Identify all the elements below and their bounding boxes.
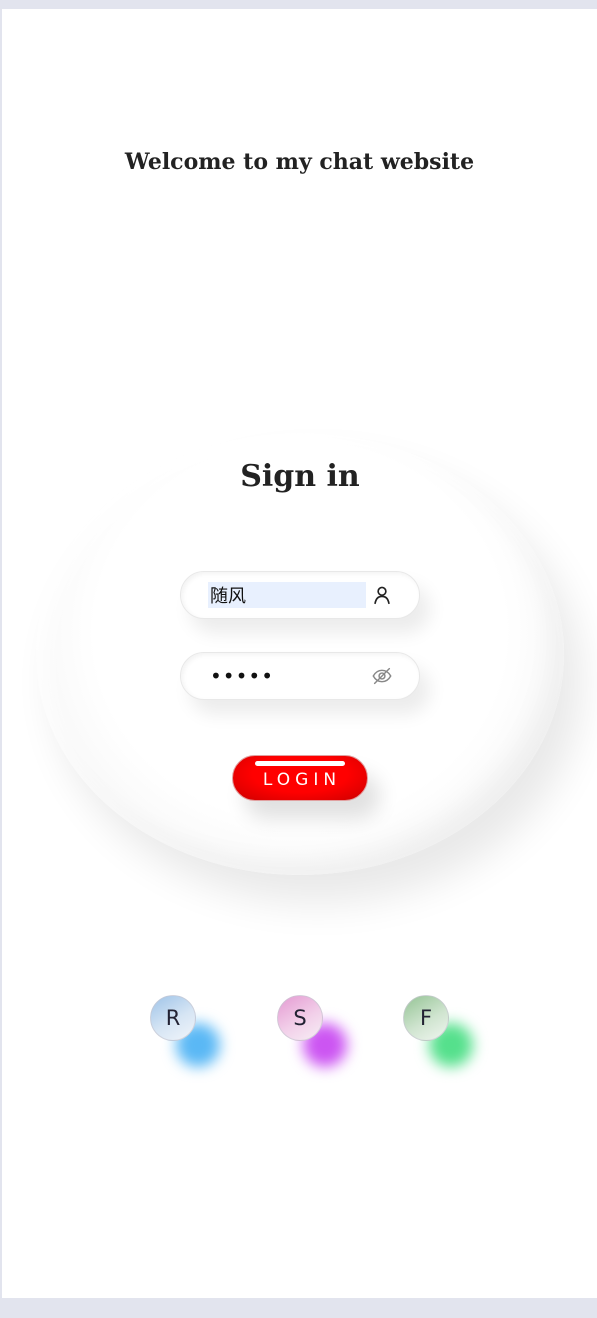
circle-s-badge[interactable]: S: [277, 995, 323, 1041]
username-input[interactable]: [208, 582, 366, 608]
eye-off-icon[interactable]: [371, 665, 393, 687]
signin-title: Sign in: [240, 459, 360, 494]
bubble-highlight: [142, 501, 192, 541]
circle-f: F: [403, 995, 473, 1067]
user-icon: [374, 586, 390, 605]
circle-r: R: [150, 995, 220, 1067]
circle-f-badge[interactable]: F: [403, 995, 449, 1041]
circle-r-badge[interactable]: R: [150, 995, 196, 1041]
circle-s: S: [277, 995, 347, 1067]
username-field: [180, 571, 420, 619]
password-input[interactable]: [208, 663, 366, 689]
page-container: Welcome to my chat website Sign in LOGIN: [2, 9, 597, 1298]
login-button[interactable]: LOGIN: [232, 755, 368, 801]
password-field: [180, 652, 420, 700]
welcome-heading: Welcome to my chat website: [124, 149, 475, 175]
login-button-label: LOGIN: [262, 770, 342, 790]
login-bubble: Sign in LOGIN: [36, 433, 564, 875]
